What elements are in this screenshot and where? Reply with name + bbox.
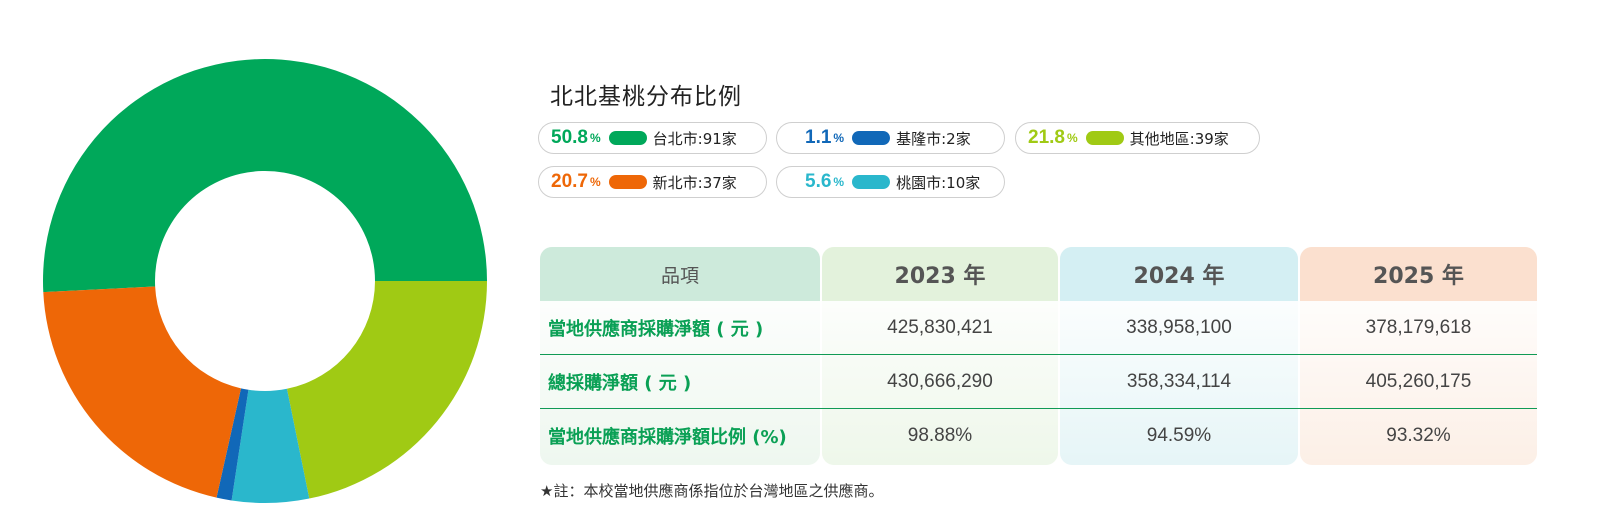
legend-label: 桃園市:10家: [896, 173, 981, 192]
table-cell: 338,958,100: [1126, 317, 1232, 338]
table-header-item: 品項: [540, 247, 820, 301]
legend-swatch: [1085, 131, 1124, 145]
table-cell: 425,830,421: [887, 317, 993, 338]
legend-label: 台北市:91家: [652, 129, 737, 148]
table-cell: 430,666,290: [887, 371, 993, 392]
table-cell: 405,260,175: [1365, 371, 1472, 392]
donut-slice-4: [43, 286, 241, 498]
legend-item-new-taipei: 20.7 % 新北市:37家: [538, 166, 767, 198]
donut-slice-0: [43, 59, 487, 293]
legend-swatch: [852, 131, 891, 145]
row-label: 總採購淨額 ( 元 ): [548, 373, 692, 394]
legend-item-taoyuan: 5.6 % 桃園市:10家: [776, 166, 1005, 198]
legend-label: 其他地區:39家: [1129, 129, 1229, 148]
table-header-2025: 2025 年: [1300, 247, 1537, 301]
legend-item-taipei: 50.8 % 台北市:91家: [538, 122, 767, 154]
legend-percent-unit: %: [589, 175, 601, 189]
legend-label: 新北市:37家: [652, 173, 737, 192]
legend-percent-unit: %: [833, 131, 845, 145]
table-cell: 94.59%: [1146, 425, 1212, 446]
legend-swatch: [608, 131, 647, 145]
row-label: 當地供應商採購淨額比例 (%): [548, 427, 787, 448]
legend-swatch: [608, 175, 647, 189]
chart-title: 北北基桃分布比例: [550, 84, 742, 110]
legend-percent: 21.8: [1028, 127, 1065, 148]
legend-percent-unit: %: [589, 131, 601, 145]
table-header-2024: 2024 年: [1060, 247, 1298, 301]
table-cell: 98.88%: [907, 425, 973, 446]
legend-percent: 50.8: [551, 127, 588, 148]
legend-swatch: [852, 175, 891, 189]
legend-item-other: 21.8 % 其他地區:39家: [1015, 122, 1260, 154]
row-label: 當地供應商採購淨額 ( 元 ): [548, 319, 764, 340]
procurement-table: 品項 2023 年 2024 年 2025 年 當地供應商採購淨額 ( 元 ) …: [540, 247, 1537, 465]
legend-item-keelung: 1.1 % 基隆市:2家: [776, 122, 1005, 154]
donut-chart: [43, 59, 487, 503]
legend-percent: 1.1: [805, 127, 832, 148]
legend-label: 基隆市:2家: [896, 129, 971, 148]
table-cell: 358,334,114: [1126, 371, 1232, 392]
legend-percent-unit: %: [1066, 131, 1078, 145]
footnote: ★註：本校當地供應商係指位於台灣地區之供應商。: [540, 482, 884, 500]
table-header-2023: 2023 年: [822, 247, 1058, 301]
legend-percent: 20.7: [551, 171, 588, 192]
table-cell: 93.32%: [1386, 425, 1451, 446]
donut-slice-1: [286, 281, 487, 499]
legend-percent: 5.6: [805, 171, 832, 192]
legend-percent-unit: %: [833, 175, 845, 189]
table-cell: 378,179,618: [1365, 317, 1472, 338]
